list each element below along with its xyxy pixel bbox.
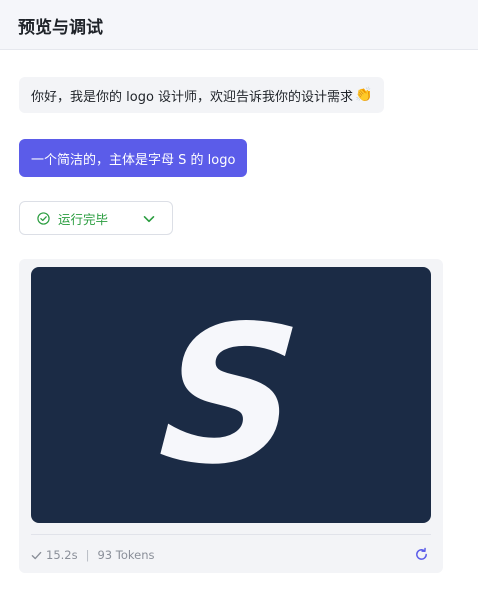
user-message-text: 一个简洁的，主体是字母 S 的 logo bbox=[31, 152, 236, 168]
result-meta: 15.2s | 93 Tokens bbox=[31, 547, 155, 563]
check-icon bbox=[31, 551, 42, 559]
duration-label: 15.2s bbox=[46, 548, 78, 562]
check-circle-icon bbox=[37, 211, 50, 225]
logo-graphic: S bbox=[154, 284, 306, 506]
meta-separator: | bbox=[85, 548, 90, 562]
refresh-icon[interactable] bbox=[414, 547, 429, 562]
run-status-toggle[interactable]: 运行完毕 bbox=[19, 201, 173, 235]
generated-logo-image[interactable]: S bbox=[31, 267, 431, 523]
clapping-hands-emoji: 👏 bbox=[355, 87, 373, 103]
bot-message: 你好，我是你的 logo 设计师，欢迎告诉我你的设计需求 👏 bbox=[19, 77, 385, 113]
page-title: 预览与调试 bbox=[18, 18, 103, 38]
run-status-label: 运行完毕 bbox=[58, 211, 109, 227]
user-message: 一个简洁的，主体是字母 S 的 logo bbox=[19, 139, 248, 177]
bot-message-text: 你好，我是你的 logo 设计师，欢迎告诉我你的设计需求 bbox=[31, 89, 354, 105]
card-divider bbox=[31, 534, 431, 535]
chevron-down-icon bbox=[143, 216, 155, 223]
token-count: 93 Tokens bbox=[97, 548, 155, 562]
header: 预览与调试 bbox=[0, 0, 478, 50]
logo-letter: S bbox=[154, 284, 306, 506]
result-card: S 15.2s | 93 Tokens bbox=[19, 259, 443, 573]
